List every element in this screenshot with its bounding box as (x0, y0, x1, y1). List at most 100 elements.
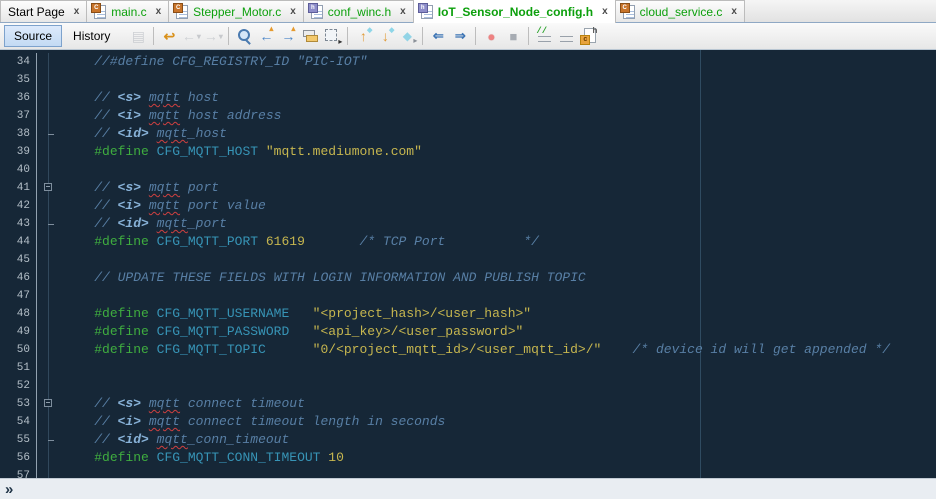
toggle-bookmark-icon[interactable]: ◆ ▸ (397, 26, 418, 46)
close-icon[interactable]: x (602, 6, 608, 17)
toggle-highlight-search-icon[interactable] (300, 26, 320, 46)
code-line-48[interactable]: 48 #define CFG_MQTT_USERNAME "<project_h… (0, 305, 936, 323)
close-icon[interactable]: x (74, 6, 80, 17)
line-number[interactable]: 37 (0, 107, 36, 125)
code-line-43[interactable]: 43 // <id> mqtt_port (0, 215, 936, 233)
line-number[interactable]: 51 (0, 359, 36, 377)
previous-bookmark-icon[interactable]: ↑ ◆ (353, 26, 373, 46)
code-line-49[interactable]: 49 #define CFG_MQTT_PASSWORD "<api_key>/… (0, 323, 936, 341)
line-number[interactable]: 47 (0, 287, 36, 305)
code-line-50[interactable]: 50 #define CFG_MQTT_TOPIC "0/<project_mq… (0, 341, 936, 359)
line-number[interactable]: 54 (0, 413, 36, 431)
line-number[interactable]: 52 (0, 377, 36, 395)
code-line-55[interactable]: 55 // <id> mqtt_conn_timeout (0, 431, 936, 449)
find-selection-icon[interactable] (234, 26, 254, 46)
code-line-39[interactable]: 39 #define CFG_MQTT_HOST "mqtt.mediumone… (0, 143, 936, 161)
comment-icon[interactable]: // (534, 26, 555, 46)
source-view-button[interactable]: Source (4, 25, 63, 47)
tab-conf-winc-h[interactable]: h conf_winc.h x (302, 0, 414, 22)
tab-main-c[interactable]: Cmain.c x (86, 0, 170, 22)
code-line-34[interactable]: 34 //#define CFG_REGISTRY_ID "PIC-IOT" (0, 53, 936, 71)
next-bookmark-icon[interactable]: ↓ ◆ (375, 26, 395, 46)
code-text: // <id> mqtt_conn_timeout (63, 432, 290, 447)
fold-end-marker[interactable] (37, 125, 63, 143)
code-line-57[interactable]: 57 (0, 467, 936, 478)
history-view-button[interactable]: History (63, 25, 120, 47)
code-area[interactable]: 34 //#define CFG_REGISTRY_ID "PIC-IOT" 35… (0, 50, 936, 478)
toolbar-divider (347, 27, 349, 45)
line-number[interactable]: 53 (0, 395, 36, 413)
close-icon[interactable]: x (400, 6, 406, 17)
tab-stepper-motor-c[interactable]: C Stepper_Motor.c x (168, 0, 304, 22)
code-line-45[interactable]: 45 (0, 251, 936, 269)
toolbar-divider (153, 27, 155, 45)
line-number[interactable]: 35 (0, 71, 36, 89)
code-text: #define CFG_MQTT_CONN_TIMEOUT 10 (94, 450, 344, 465)
uncomment-icon[interactable] (556, 26, 577, 46)
close-icon[interactable]: x (290, 6, 296, 17)
toolbar-icons: ▤ ↩ ← ▾ → ▾ ← ▴ → ▴ ▸ ↑ ◆ ↓ ◆ ◆ ▸ ⇐ ⇒ ● ■//c h (127, 24, 599, 46)
shift-line-right-icon[interactable]: ⇒ (450, 26, 470, 46)
fold-start-marker[interactable] (37, 395, 63, 413)
line-number[interactable]: 36 (0, 89, 36, 107)
code-line-47[interactable]: 47 (0, 287, 936, 305)
fold-column (37, 269, 63, 287)
line-number[interactable]: 42 (0, 197, 36, 215)
fold-start-marker[interactable] (37, 179, 63, 197)
tab-iot-sensor-node-config-h[interactable]: h IoT_Sensor_Node_config.h x (412, 0, 616, 23)
shift-line-left-icon[interactable]: ⇐ (428, 26, 448, 46)
code-line-56[interactable]: 56 #define CFG_MQTT_CONN_TIMEOUT 10 (0, 449, 936, 467)
code-line-46[interactable]: 46 // UPDATE THESE FIELDS WITH LOGIN INF… (0, 269, 936, 287)
line-number[interactable]: 46 (0, 269, 36, 287)
find-next-occurrence-icon[interactable]: → ▴ (278, 24, 298, 46)
code-text: // <id> mqtt_port (63, 216, 227, 231)
code-line-52[interactable]: 52 (0, 377, 936, 395)
code-line-41[interactable]: 41 // <s> mqtt port (0, 179, 936, 197)
code-line-37[interactable]: 37 // <i> mqtt host address (0, 107, 936, 125)
line-number[interactable]: 38 (0, 125, 36, 143)
code-line-35[interactable]: 35 (0, 71, 936, 89)
code-line-51[interactable]: 51 (0, 359, 936, 377)
fold-column (37, 53, 63, 71)
line-number[interactable]: 49 (0, 323, 36, 341)
code-line-40[interactable]: 40 (0, 161, 936, 179)
code-line-54[interactable]: 54 // <i> mqtt connect timeout length in… (0, 413, 936, 431)
line-number[interactable]: 57 (0, 467, 36, 478)
tab-start-page[interactable]: Start Page x (0, 0, 88, 22)
fold-end-marker[interactable] (37, 431, 63, 449)
code-line-36[interactable]: 36 // <s> mqtt host (0, 89, 936, 107)
line-number[interactable]: 56 (0, 449, 36, 467)
code-line-53[interactable]: 53 // <s> mqtt connect timeout (0, 395, 936, 413)
start-macro-recording-icon[interactable]: ● (481, 26, 501, 46)
rectangular-selection-icon[interactable]: ▸ (322, 26, 342, 46)
line-number[interactable]: 48 (0, 305, 36, 323)
toolbar-divider (228, 27, 230, 45)
code-line-38[interactable]: 38 // <id> mqtt_host (0, 125, 936, 143)
jump-last-edit-icon[interactable]: ↩ (159, 26, 179, 46)
accent-glyph: ▴ (269, 24, 274, 33)
close-icon[interactable]: x (156, 6, 162, 17)
close-icon[interactable]: x (731, 6, 737, 17)
toggle-header-source-icon[interactable]: ch (578, 26, 598, 46)
line-number[interactable]: 40 (0, 161, 36, 179)
code-line-44[interactable]: 44 #define CFG_MQTT_PORT 61619 /* TCP Po… (0, 233, 936, 251)
line-number[interactable]: 43 (0, 215, 36, 233)
code-text: // <id> mqtt_host (63, 126, 227, 141)
line-number[interactable]: 44 (0, 233, 36, 251)
breadcrumb-expand-icon[interactable]: » (5, 482, 13, 497)
line-number[interactable]: 45 (0, 251, 36, 269)
fold-column (37, 71, 63, 89)
code-line-42[interactable]: 42 // <i> mqtt port value (0, 197, 936, 215)
line-number[interactable]: 34 (0, 53, 36, 71)
stop-macro-recording-icon[interactable]: ■ (503, 26, 523, 46)
line-number[interactable]: 50 (0, 341, 36, 359)
tab-cloud-service-c[interactable]: Ccloud_service.c x (614, 0, 745, 22)
fold-end-marker[interactable] (37, 215, 63, 233)
glyph: ● (487, 28, 496, 44)
code-editor[interactable]: 34 //#define CFG_REGISTRY_ID "PIC-IOT" 35… (0, 50, 936, 478)
code-text: // <i> mqtt connect timeout length in se… (63, 414, 446, 429)
line-number[interactable]: 41 (0, 179, 36, 197)
line-number[interactable]: 39 (0, 143, 36, 161)
line-number[interactable]: 55 (0, 431, 36, 449)
find-previous-occurrence-icon[interactable]: ← ▴ (256, 24, 276, 46)
